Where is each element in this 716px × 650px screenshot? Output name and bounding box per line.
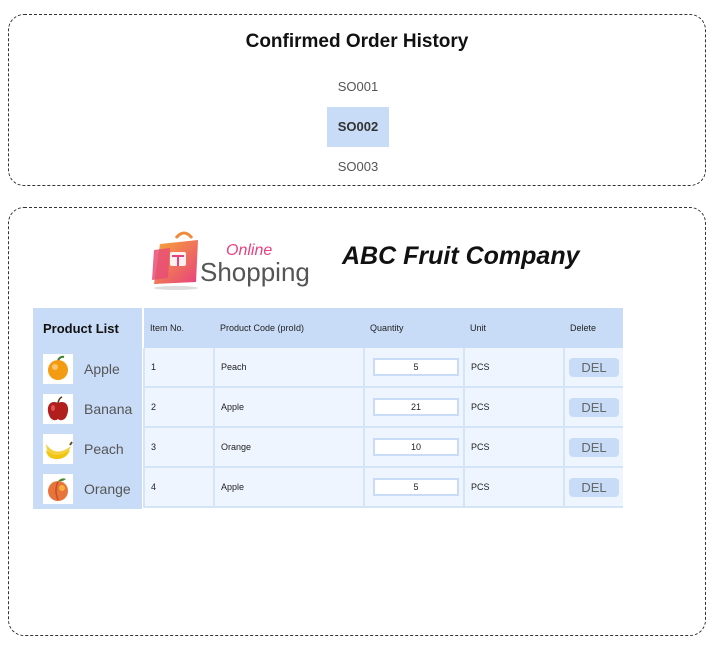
delete-button[interactable]: DEL bbox=[569, 357, 619, 377]
online-shopping-logo: Online Shopping bbox=[144, 226, 324, 292]
product-code: Orange bbox=[213, 427, 364, 468]
header-item-no: Item No. bbox=[144, 308, 214, 348]
svg-text:Shopping: Shopping bbox=[200, 257, 310, 287]
delete-button[interactable]: DEL bbox=[569, 437, 619, 457]
peach-icon bbox=[43, 474, 73, 504]
product-item-peach[interactable]: Peach bbox=[43, 434, 142, 464]
product-code: Peach bbox=[213, 348, 364, 388]
delete-button[interactable]: DEL bbox=[569, 477, 619, 497]
orange-icon bbox=[43, 354, 73, 384]
product-item-apple[interactable]: Apple bbox=[43, 354, 142, 384]
order-history-panel: Confirmed Order History SO001 SO002 SO00… bbox=[8, 14, 706, 186]
product-name: Peach bbox=[84, 441, 124, 457]
history-title: Confirmed Order History bbox=[245, 31, 469, 52]
table-row: 4 Apple 5 PCS DEL bbox=[143, 467, 623, 508]
header-delete: Delete bbox=[564, 308, 623, 348]
product-code: Apple bbox=[213, 387, 364, 428]
delete-button[interactable]: DEL bbox=[569, 397, 619, 417]
order-panel: Online Shopping ABC Fruit Company Produc… bbox=[8, 207, 706, 636]
header-product-code: Product Code (proId) bbox=[214, 308, 364, 348]
product-list-title: Product List bbox=[43, 321, 119, 336]
company-name: ABC Fruit Company bbox=[342, 242, 580, 270]
banana-icon bbox=[43, 434, 73, 464]
quantity-input[interactable]: 5 bbox=[373, 478, 459, 496]
order-item-so001[interactable]: SO001 bbox=[327, 67, 389, 107]
header-quantity: Quantity bbox=[364, 308, 464, 348]
product-item-banana[interactable]: Banana bbox=[43, 394, 142, 424]
header-unit: Unit bbox=[464, 308, 564, 348]
unit: PCS bbox=[463, 427, 564, 468]
unit: PCS bbox=[463, 467, 564, 508]
table-row: 1 Peach 5 PCS DEL bbox=[143, 348, 623, 388]
order-item-so003[interactable]: SO003 bbox=[327, 147, 389, 187]
table-row: 2 Apple 21 PCS DEL bbox=[143, 387, 623, 428]
apple-icon bbox=[43, 394, 73, 424]
quantity-input[interactable]: 10 bbox=[373, 438, 459, 456]
product-list: Product List Apple Banana Peach Orange bbox=[33, 308, 142, 509]
product-name: Banana bbox=[84, 401, 133, 417]
product-name: Apple bbox=[84, 361, 120, 377]
table-header: Item No. Product Code (proId) Quantity U… bbox=[144, 308, 623, 348]
unit: PCS bbox=[463, 348, 564, 388]
item-no: 1 bbox=[143, 348, 214, 388]
quantity-input[interactable]: 5 bbox=[373, 358, 459, 376]
unit: PCS bbox=[463, 387, 564, 428]
product-name: Orange bbox=[84, 481, 131, 497]
product-item-orange[interactable]: Orange bbox=[43, 474, 142, 504]
table-row: 3 Orange 10 PCS DEL bbox=[143, 427, 623, 468]
item-no: 2 bbox=[143, 387, 214, 428]
item-no: 3 bbox=[143, 427, 214, 468]
item-no: 4 bbox=[143, 467, 214, 508]
order-item-so002[interactable]: SO002 bbox=[327, 107, 389, 147]
product-code: Apple bbox=[213, 467, 364, 508]
order-table: Item No. Product Code (proId) Quantity U… bbox=[143, 308, 623, 508]
quantity-input[interactable]: 21 bbox=[373, 398, 459, 416]
